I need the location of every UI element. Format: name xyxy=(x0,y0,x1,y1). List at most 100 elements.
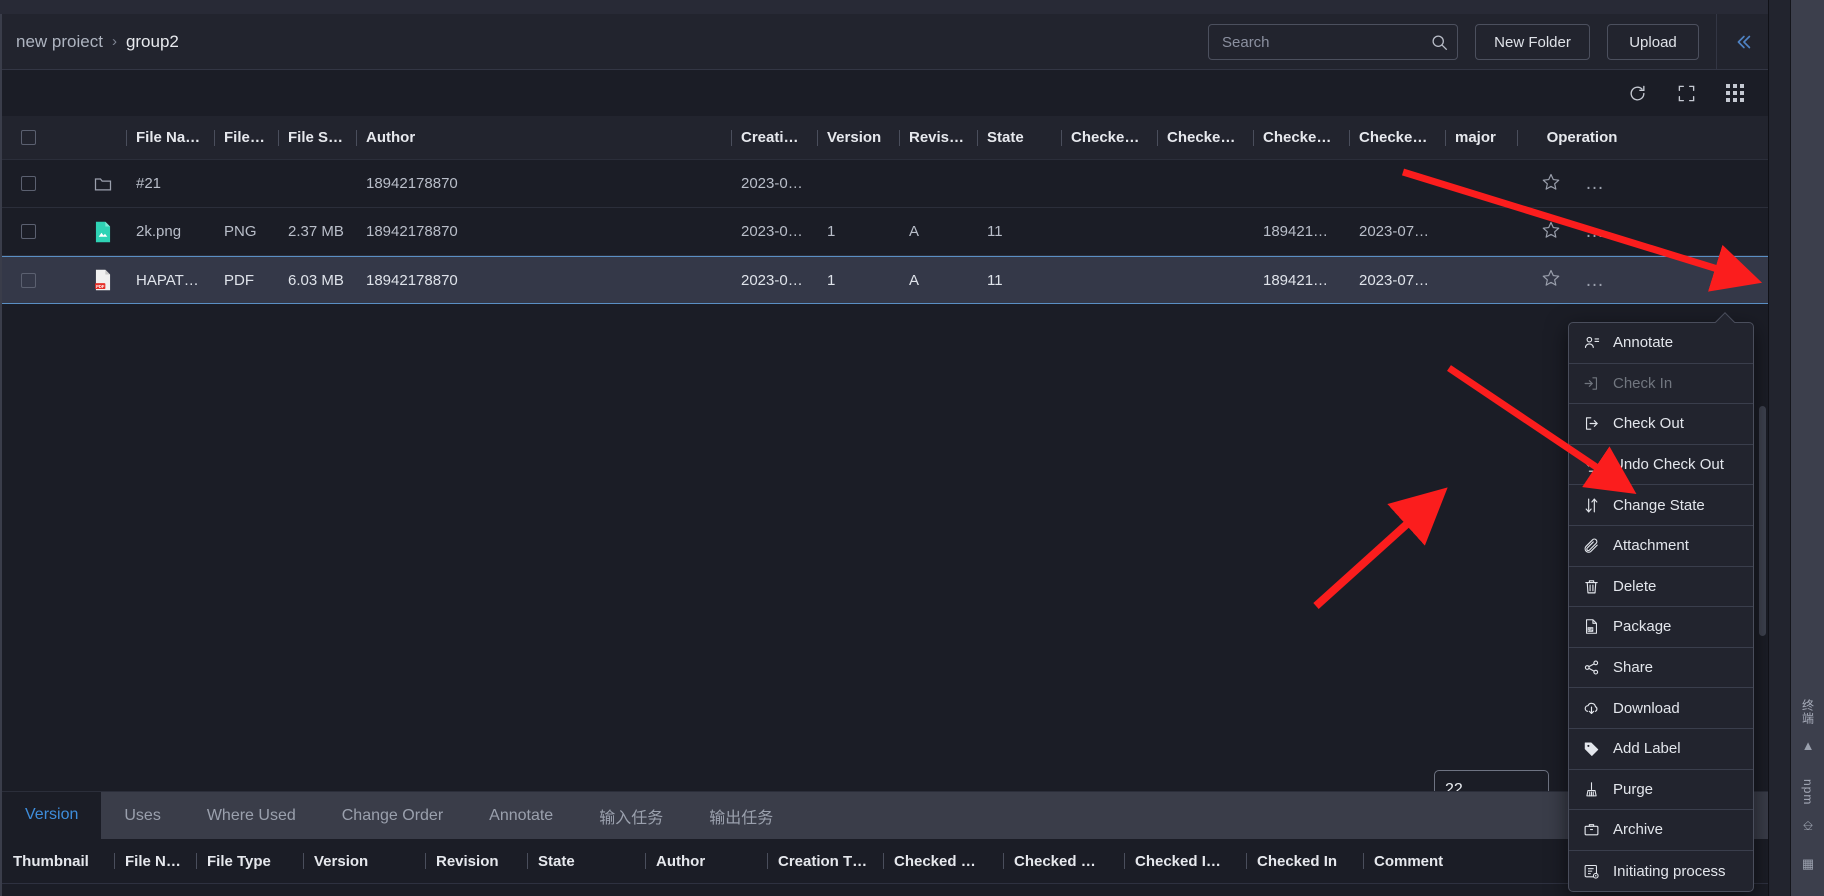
ide-top-strip xyxy=(0,0,1824,14)
search-icon[interactable] xyxy=(1431,34,1448,51)
row-checkbox[interactable] xyxy=(20,224,36,239)
vcol-checked-1[interactable]: Checked … xyxy=(883,853,1003,870)
cell-checked-4: 2023-07… xyxy=(1359,223,1430,240)
tab-input-task[interactable]: 输入任务 xyxy=(576,792,687,839)
trash-icon xyxy=(1582,577,1600,595)
favorite-star-icon[interactable] xyxy=(1541,172,1561,196)
col-major[interactable]: major xyxy=(1445,129,1517,146)
refresh-icon[interactable] xyxy=(1628,84,1647,103)
upload-button[interactable]: Upload xyxy=(1607,24,1699,60)
vcol-checked-3[interactable]: Checked I… xyxy=(1124,853,1246,870)
row-checkbox[interactable] xyxy=(20,176,36,191)
col-file-type[interactable]: File Type xyxy=(214,129,278,146)
menu-item-label: Delete xyxy=(1613,577,1657,595)
vcol-file-type[interactable]: File Type xyxy=(196,853,303,870)
col-revision[interactable]: Revision xyxy=(899,129,977,146)
row-more-actions-icon[interactable]: … xyxy=(1585,174,1607,193)
vcol-state[interactable]: State xyxy=(527,853,645,870)
new-folder-button[interactable]: New Folder xyxy=(1475,24,1590,60)
share-icon xyxy=(1582,659,1600,677)
col-state[interactable]: State xyxy=(977,129,1061,146)
vcol-creation-time[interactable]: Creation T… xyxy=(767,853,883,870)
favorite-star-icon[interactable] xyxy=(1541,268,1561,292)
rail-panel-icon[interactable]: ⎒ xyxy=(1791,818,1824,834)
table-row[interactable]: #21 18942178870 2023-0… … xyxy=(2,160,1768,208)
menu-item-annotate[interactable]: Annotate xyxy=(1569,323,1753,364)
menu-item-archive[interactable]: Archive xyxy=(1569,810,1753,851)
change-state-icon xyxy=(1582,496,1600,514)
svg-text:ZIP: ZIP xyxy=(1587,628,1592,632)
row-operations: … xyxy=(1517,172,1637,196)
menu-item-package[interactable]: ZIP Package xyxy=(1569,607,1753,648)
select-all-checkbox[interactable] xyxy=(20,130,36,145)
col-file-name[interactable]: File Na… xyxy=(126,129,214,146)
menu-item-label: Check In xyxy=(1613,374,1673,392)
content-empty-area xyxy=(2,304,1768,810)
col-file-size[interactable]: File Size xyxy=(278,129,356,146)
col-version[interactable]: Version xyxy=(817,129,899,146)
svg-text:PDF: PDF xyxy=(96,284,105,289)
row-checkbox-cell[interactable] xyxy=(2,272,54,288)
grid-view-icon[interactable] xyxy=(1726,84,1744,102)
cell-author: 18942178870 xyxy=(366,223,458,240)
menu-item-change-state[interactable]: Change State xyxy=(1569,485,1753,526)
vcol-comment[interactable]: Comment xyxy=(1363,853,1483,870)
rail-label-terminal[interactable]: 终端 xyxy=(1791,690,1824,734)
vcol-author[interactable]: Author xyxy=(645,853,767,870)
cell-file-size: 2.37 MB xyxy=(288,223,344,240)
tab-change-order[interactable]: Change Order xyxy=(318,792,467,839)
menu-item-check-out[interactable]: Check Out xyxy=(1569,404,1753,445)
col-checked-4[interactable]: Checke… xyxy=(1349,129,1445,146)
row-more-actions-icon[interactable]: … xyxy=(1585,271,1607,290)
menu-item-label: Check Out xyxy=(1613,415,1684,433)
table-row[interactable]: PDF HAPAT… PDF 6.03 MB 18942178870 2023-… xyxy=(2,256,1768,304)
tab-output-task[interactable]: 输出任务 xyxy=(686,792,797,839)
cell-file-name: #21 xyxy=(136,175,162,192)
cell-revision: A xyxy=(909,271,920,289)
select-all-checkbox-cell[interactable] xyxy=(2,130,54,145)
row-checkbox-cell[interactable] xyxy=(2,176,54,191)
menu-item-delete[interactable]: Delete xyxy=(1569,567,1753,608)
menu-item-download[interactable]: Download xyxy=(1569,688,1753,729)
detail-tabs: Version Uses Where Used Change Order Ann… xyxy=(2,792,1768,839)
table-toolbar xyxy=(2,70,1768,116)
rail-more-icon[interactable]: ▦ xyxy=(1791,856,1824,872)
ide-right-activity-rail[interactable]: 终端 ▲ npm ⎒ ▦ xyxy=(1790,0,1824,896)
menu-item-attachment[interactable]: Attachment xyxy=(1569,526,1753,567)
vcol-checked-in[interactable]: Checked In xyxy=(1246,853,1363,870)
row-checkbox-cell[interactable] xyxy=(2,224,54,239)
col-creation-time[interactable]: Creatio… xyxy=(731,129,817,146)
menu-item-share[interactable]: Share xyxy=(1569,648,1753,689)
vcol-file-name[interactable]: File Name xyxy=(114,853,196,870)
col-checked-1[interactable]: Checke… xyxy=(1061,129,1157,146)
vcol-thumbnail[interactable]: Thumbnail xyxy=(2,853,114,870)
row-checkbox[interactable] xyxy=(20,272,36,288)
search-input[interactable] xyxy=(1209,33,1431,51)
search-box[interactable] xyxy=(1208,24,1458,60)
vcol-version[interactable]: Version xyxy=(303,853,425,870)
breadcrumb-root[interactable]: new proiect xyxy=(16,32,103,52)
fullscreen-icon[interactable] xyxy=(1677,84,1696,103)
col-author[interactable]: Author xyxy=(356,129,731,146)
annotate-icon xyxy=(1582,334,1600,352)
collapse-panel-button[interactable] xyxy=(1716,14,1768,70)
col-checked-3[interactable]: Checke… xyxy=(1253,129,1349,146)
menu-item-undo-check-out[interactable]: Undo Check Out xyxy=(1569,445,1753,486)
tab-annotate[interactable]: Annotate xyxy=(466,792,577,839)
cell-file-name: 2k.png xyxy=(136,223,182,240)
menu-item-purge[interactable]: Purge xyxy=(1569,770,1753,811)
tab-where-used[interactable]: Where Used xyxy=(183,792,319,839)
broom-icon xyxy=(1582,780,1600,798)
tab-version[interactable]: Version xyxy=(2,792,102,839)
cell-creation-time: 2023-0… xyxy=(741,271,803,289)
menu-item-add-label[interactable]: Add Label xyxy=(1569,729,1753,770)
row-more-actions-icon[interactable]: … xyxy=(1585,222,1607,241)
rail-label-npm[interactable]: npm xyxy=(1791,770,1824,814)
menu-item-initiating-process[interactable]: Initiating process xyxy=(1569,851,1753,892)
vcol-checked-2[interactable]: Checked … xyxy=(1003,853,1124,870)
vcol-revision[interactable]: Revision xyxy=(425,853,527,870)
favorite-star-icon[interactable] xyxy=(1541,220,1561,244)
table-row[interactable]: 2k.png PNG 2.37 MB 18942178870 2023-0… 1… xyxy=(2,208,1768,256)
tab-uses[interactable]: Uses xyxy=(101,792,184,839)
col-checked-2[interactable]: Checke… xyxy=(1157,129,1253,146)
